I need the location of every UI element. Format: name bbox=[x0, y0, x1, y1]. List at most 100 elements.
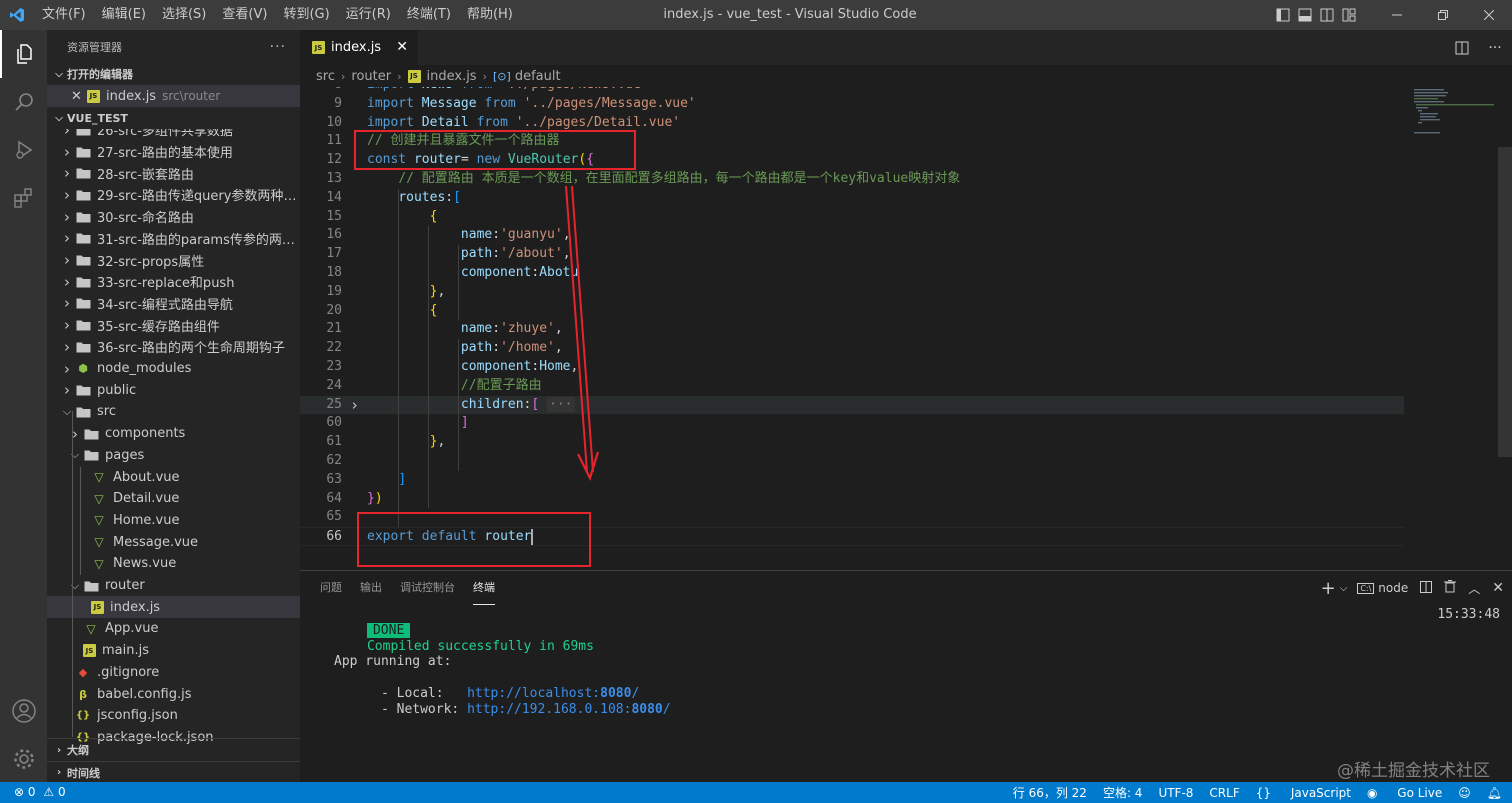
run-debug-icon[interactable] bbox=[0, 126, 47, 174]
tree-file[interactable]: ▽ News.vue bbox=[47, 553, 300, 575]
outline-header[interactable]: › 大纲 bbox=[47, 739, 300, 761]
more-actions-icon[interactable]: ··· bbox=[1478, 40, 1512, 56]
tree-folder[interactable]: › 32-src-props属性 bbox=[47, 249, 300, 271]
notifications-bell-icon[interactable]: 🔔︎ bbox=[1487, 786, 1502, 800]
language-mode[interactable]: {} JavaScript bbox=[1256, 786, 1351, 800]
editor-scrollbar[interactable] bbox=[1498, 147, 1512, 457]
code-editor[interactable]: 8 import News from '../pages/News.vue' 9 im… bbox=[300, 87, 1512, 570]
tree-folder[interactable]: › 35-src-缓存路由组件 bbox=[47, 314, 300, 336]
accounts-icon[interactable] bbox=[0, 687, 47, 735]
search-icon[interactable] bbox=[0, 78, 47, 126]
cursor-position[interactable]: 行 66，列 22 bbox=[1013, 784, 1087, 801]
tree-file[interactable]: ▽ App.vue bbox=[47, 618, 300, 640]
tree-file[interactable]: ◆ .gitignore bbox=[47, 662, 300, 684]
toggle-panel-icon[interactable] bbox=[1294, 0, 1316, 30]
tree-item-label: main.js bbox=[102, 643, 149, 659]
breadcrumb-src[interactable]: src bbox=[316, 69, 335, 84]
folder-icon bbox=[83, 448, 99, 462]
tree-file[interactable]: ▽ Detail.vue bbox=[47, 488, 300, 510]
tree-folder[interactable]: › 30-src-命名路由 bbox=[47, 206, 300, 228]
chevron-down-icon[interactable]: ⌵ bbox=[1340, 583, 1348, 594]
breadcrumb-symbol[interactable]: default bbox=[515, 69, 561, 84]
tree-item-label: node_modules bbox=[97, 361, 192, 377]
menu-terminal[interactable]: 终端(T) bbox=[399, 0, 459, 30]
encoding[interactable]: UTF-8 bbox=[1158, 786, 1193, 800]
problems-status[interactable]: ⊗ 0 ⚠ 0 bbox=[14, 782, 66, 803]
more-actions-icon[interactable]: ··· bbox=[270, 39, 286, 55]
split-terminal-icon[interactable] bbox=[1420, 580, 1433, 596]
minimap[interactable] bbox=[1404, 87, 1512, 570]
tree-folder[interactable]: › ⬢ node_modules bbox=[47, 358, 300, 380]
tree-folder[interactable]: › 27-src-路由的基本使用 bbox=[47, 141, 300, 163]
tree-folder[interactable]: › 29-src-路由传递query参数两种方... bbox=[47, 184, 300, 206]
tree-folder[interactable]: › 31-src-路由的params传参的两种... bbox=[47, 228, 300, 250]
tree-folder[interactable]: › 33-src-replace和push bbox=[47, 271, 300, 293]
indentation[interactable]: 空格: 4 bbox=[1103, 784, 1143, 801]
restore-button[interactable] bbox=[1420, 0, 1466, 30]
menu-go[interactable]: 转到(G) bbox=[275, 0, 337, 30]
menu-selection[interactable]: 选择(S) bbox=[154, 0, 214, 30]
project-header[interactable]: ⌵ VUE_TEST bbox=[47, 107, 300, 129]
tree-file[interactable]: JS index.js bbox=[47, 596, 300, 619]
tree-folder[interactable]: › 26-src-多组件共享数据 bbox=[47, 129, 300, 141]
code-token: { bbox=[429, 208, 438, 224]
menu-run[interactable]: 运行(R) bbox=[338, 0, 399, 30]
code-token: '../pages/Message.vue' bbox=[523, 95, 696, 111]
trash-icon[interactable] bbox=[1444, 580, 1457, 596]
feedback-icon[interactable]: ☺ bbox=[1458, 786, 1471, 800]
split-editor-icon[interactable] bbox=[1446, 41, 1478, 55]
breadcrumb-file[interactable]: index.js bbox=[427, 69, 477, 84]
close-tab-icon[interactable]: ✕ bbox=[396, 39, 408, 55]
tree-folder[interactable]: › 36-src-路由的两个生命周期钩子 bbox=[47, 336, 300, 358]
open-editors-header[interactable]: ⌵ 打开的编辑器 bbox=[47, 63, 300, 85]
tree-file[interactable]: ▽ About.vue bbox=[47, 466, 300, 488]
end-of-line[interactable]: CRLF bbox=[1209, 786, 1239, 800]
tree-file[interactable]: JS main.js bbox=[47, 640, 300, 662]
close-icon[interactable]: ✕ bbox=[71, 89, 87, 104]
tree-folder[interactable]: ⌵ router bbox=[47, 575, 300, 597]
tree-file[interactable]: β babel.config.js bbox=[47, 683, 300, 705]
new-terminal-icon[interactable]: + bbox=[1321, 578, 1336, 599]
extensions-icon[interactable] bbox=[0, 174, 47, 222]
minimize-button[interactable] bbox=[1374, 0, 1420, 30]
tab-debug-console[interactable]: 调试控制台 bbox=[400, 571, 455, 605]
tree-folder[interactable]: › components bbox=[47, 423, 300, 445]
manage-gear-icon[interactable] bbox=[0, 735, 47, 783]
vue-file-icon: ▽ bbox=[94, 556, 104, 571]
tree-folder[interactable]: › 28-src-嵌套路由 bbox=[47, 162, 300, 184]
tree-item-label: Detail.vue bbox=[113, 491, 180, 507]
tree-folder[interactable]: ⌵ src bbox=[47, 401, 300, 423]
tab-terminal[interactable]: 终端 bbox=[473, 571, 495, 605]
explorer-icon[interactable] bbox=[0, 30, 47, 78]
tree-file[interactable]: ▽ Message.vue bbox=[47, 531, 300, 553]
code-token: import bbox=[367, 114, 422, 130]
tree-folder[interactable]: ⌵ pages bbox=[47, 445, 300, 467]
customize-layout-icon[interactable] bbox=[1338, 0, 1360, 30]
breadcrumb-router[interactable]: router bbox=[351, 69, 391, 84]
terminal-name[interactable]: node bbox=[1378, 581, 1408, 595]
fold-chevron-icon[interactable]: › bbox=[350, 396, 359, 415]
toggle-secondary-sidebar-icon[interactable] bbox=[1316, 0, 1338, 30]
tab-index-js[interactable]: JS index.js ✕ bbox=[300, 30, 418, 65]
tree-item-label: 26-src-多组件共享数据 bbox=[97, 129, 233, 140]
tree-file[interactable]: ▽ Home.vue bbox=[47, 510, 300, 532]
maximize-panel-icon[interactable]: ︿ bbox=[1468, 580, 1480, 597]
menu-file[interactable]: 文件(F) bbox=[34, 0, 94, 30]
menu-view[interactable]: 查看(V) bbox=[214, 0, 275, 30]
network-url[interactable]: http://192.168.0.108:8080/ bbox=[467, 702, 671, 717]
tab-output[interactable]: 输出 bbox=[360, 571, 382, 605]
close-window-button[interactable] bbox=[1466, 0, 1512, 30]
tree-file[interactable]: {} jsconfig.json bbox=[47, 705, 300, 727]
menu-edit[interactable]: 编辑(E) bbox=[94, 0, 154, 30]
open-editor-item[interactable]: ✕ JS index.js src\router bbox=[47, 85, 300, 107]
close-panel-icon[interactable]: ✕ bbox=[1492, 580, 1504, 596]
tab-problems[interactable]: 问题 bbox=[320, 571, 342, 605]
timeline-header[interactable]: › 时间线 bbox=[47, 761, 300, 782]
go-live-button[interactable]: ◉ Go Live bbox=[1367, 786, 1442, 800]
toggle-sidebar-icon[interactable] bbox=[1272, 0, 1294, 30]
tree-folder[interactable]: › public bbox=[47, 379, 300, 401]
tree-folder[interactable]: › 34-src-编程式路由导航 bbox=[47, 293, 300, 315]
chevron-right-icon: › bbox=[64, 359, 70, 378]
menu-help[interactable]: 帮助(H) bbox=[459, 0, 521, 30]
chevron-down-icon: ⌵ bbox=[55, 68, 63, 80]
